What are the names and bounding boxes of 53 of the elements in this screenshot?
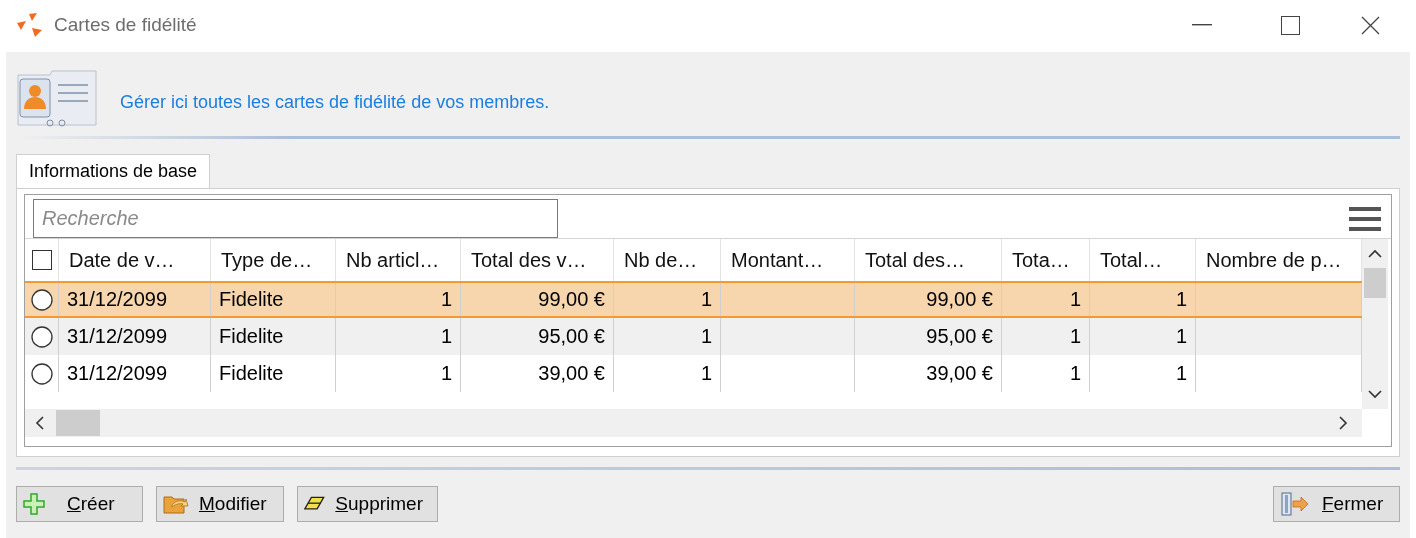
create-button[interactable]: Créer [16,486,143,522]
delete-button[interactable]: Supprimer [297,486,438,522]
window-title: Cartes de fidélité [54,14,197,36]
table-cell: 31/12/2099 [67,288,168,311]
menu-icon[interactable] [1349,205,1381,232]
minimize-icon[interactable] [1192,24,1212,26]
table-cell: 1 [1175,288,1187,311]
maximize-icon[interactable] [1280,15,1300,35]
table-cell: 1 [440,362,452,385]
scroll-thumb[interactable] [56,410,100,436]
table-cell: 31/12/2099 [67,362,168,385]
table-cell: 1 [440,288,452,311]
table-cell: 99,00 € [926,288,993,311]
scroll-down-icon[interactable] [1368,390,1382,399]
table-cell: 1 [1069,288,1081,311]
table-cell: 1 [700,288,712,311]
description-text: Gérer ici toutes les cartes de fidélité de vos membres. [120,91,550,113]
table-cell: 1 [1175,362,1187,385]
radio-button[interactable] [30,288,53,311]
scroll-up-icon[interactable] [1368,249,1382,258]
table-cell: 39,00 € [538,362,605,385]
exit-door-icon [1280,492,1310,516]
table-cell: 1 [440,325,452,348]
app-logo-icon [16,12,44,38]
table-row[interactable]: 31/12/2099 Fidelite 1 99,00 € 1 99,00 € 1 1 [25,281,1362,318]
modify-button[interactable]: Modifier [156,486,284,522]
search-field[interactable]: Recherche [33,199,558,238]
table-cell: 95,00 € [926,325,993,348]
table-cell: 99,00 € [538,288,605,311]
plus-icon [23,493,45,515]
tab[interactable]: Informations de base [16,154,211,188]
close-icon[interactable] [1360,15,1380,35]
table-cell: 95,00 € [538,325,605,348]
radio-button[interactable] [30,362,53,385]
table-cell: 31/12/2099 [67,325,168,348]
table-cell: 1 [700,362,712,385]
scroll-left-icon[interactable] [35,416,44,430]
table-cell: 1 [1069,362,1081,385]
close-button[interactable]: Fermer [1273,486,1400,522]
table-row[interactable]: 31/12/2099 Fidelite 1 95,00 € 1 95,00 € 1 1 [25,318,1362,355]
table-cell: 1 [1069,325,1081,348]
table-cell: 39,00 € [926,362,993,385]
scroll-thumb[interactable] [1364,268,1386,298]
table-cell: 1 [700,325,712,348]
table-cell: Fidelite [219,362,284,385]
table-row[interactable]: 31/12/2099 Fidelite 1 39,00 € 1 39,00 € 1 1 [25,355,1362,392]
folder-arrow-icon [163,493,189,515]
table-cell: Fidelite [219,325,284,348]
table-cell: 1 [1175,325,1187,348]
checkbox[interactable] [31,250,52,270]
scroll-right-icon[interactable] [1339,416,1348,430]
table-cell: Fidelite [219,288,284,311]
radio-button[interactable] [30,325,53,348]
